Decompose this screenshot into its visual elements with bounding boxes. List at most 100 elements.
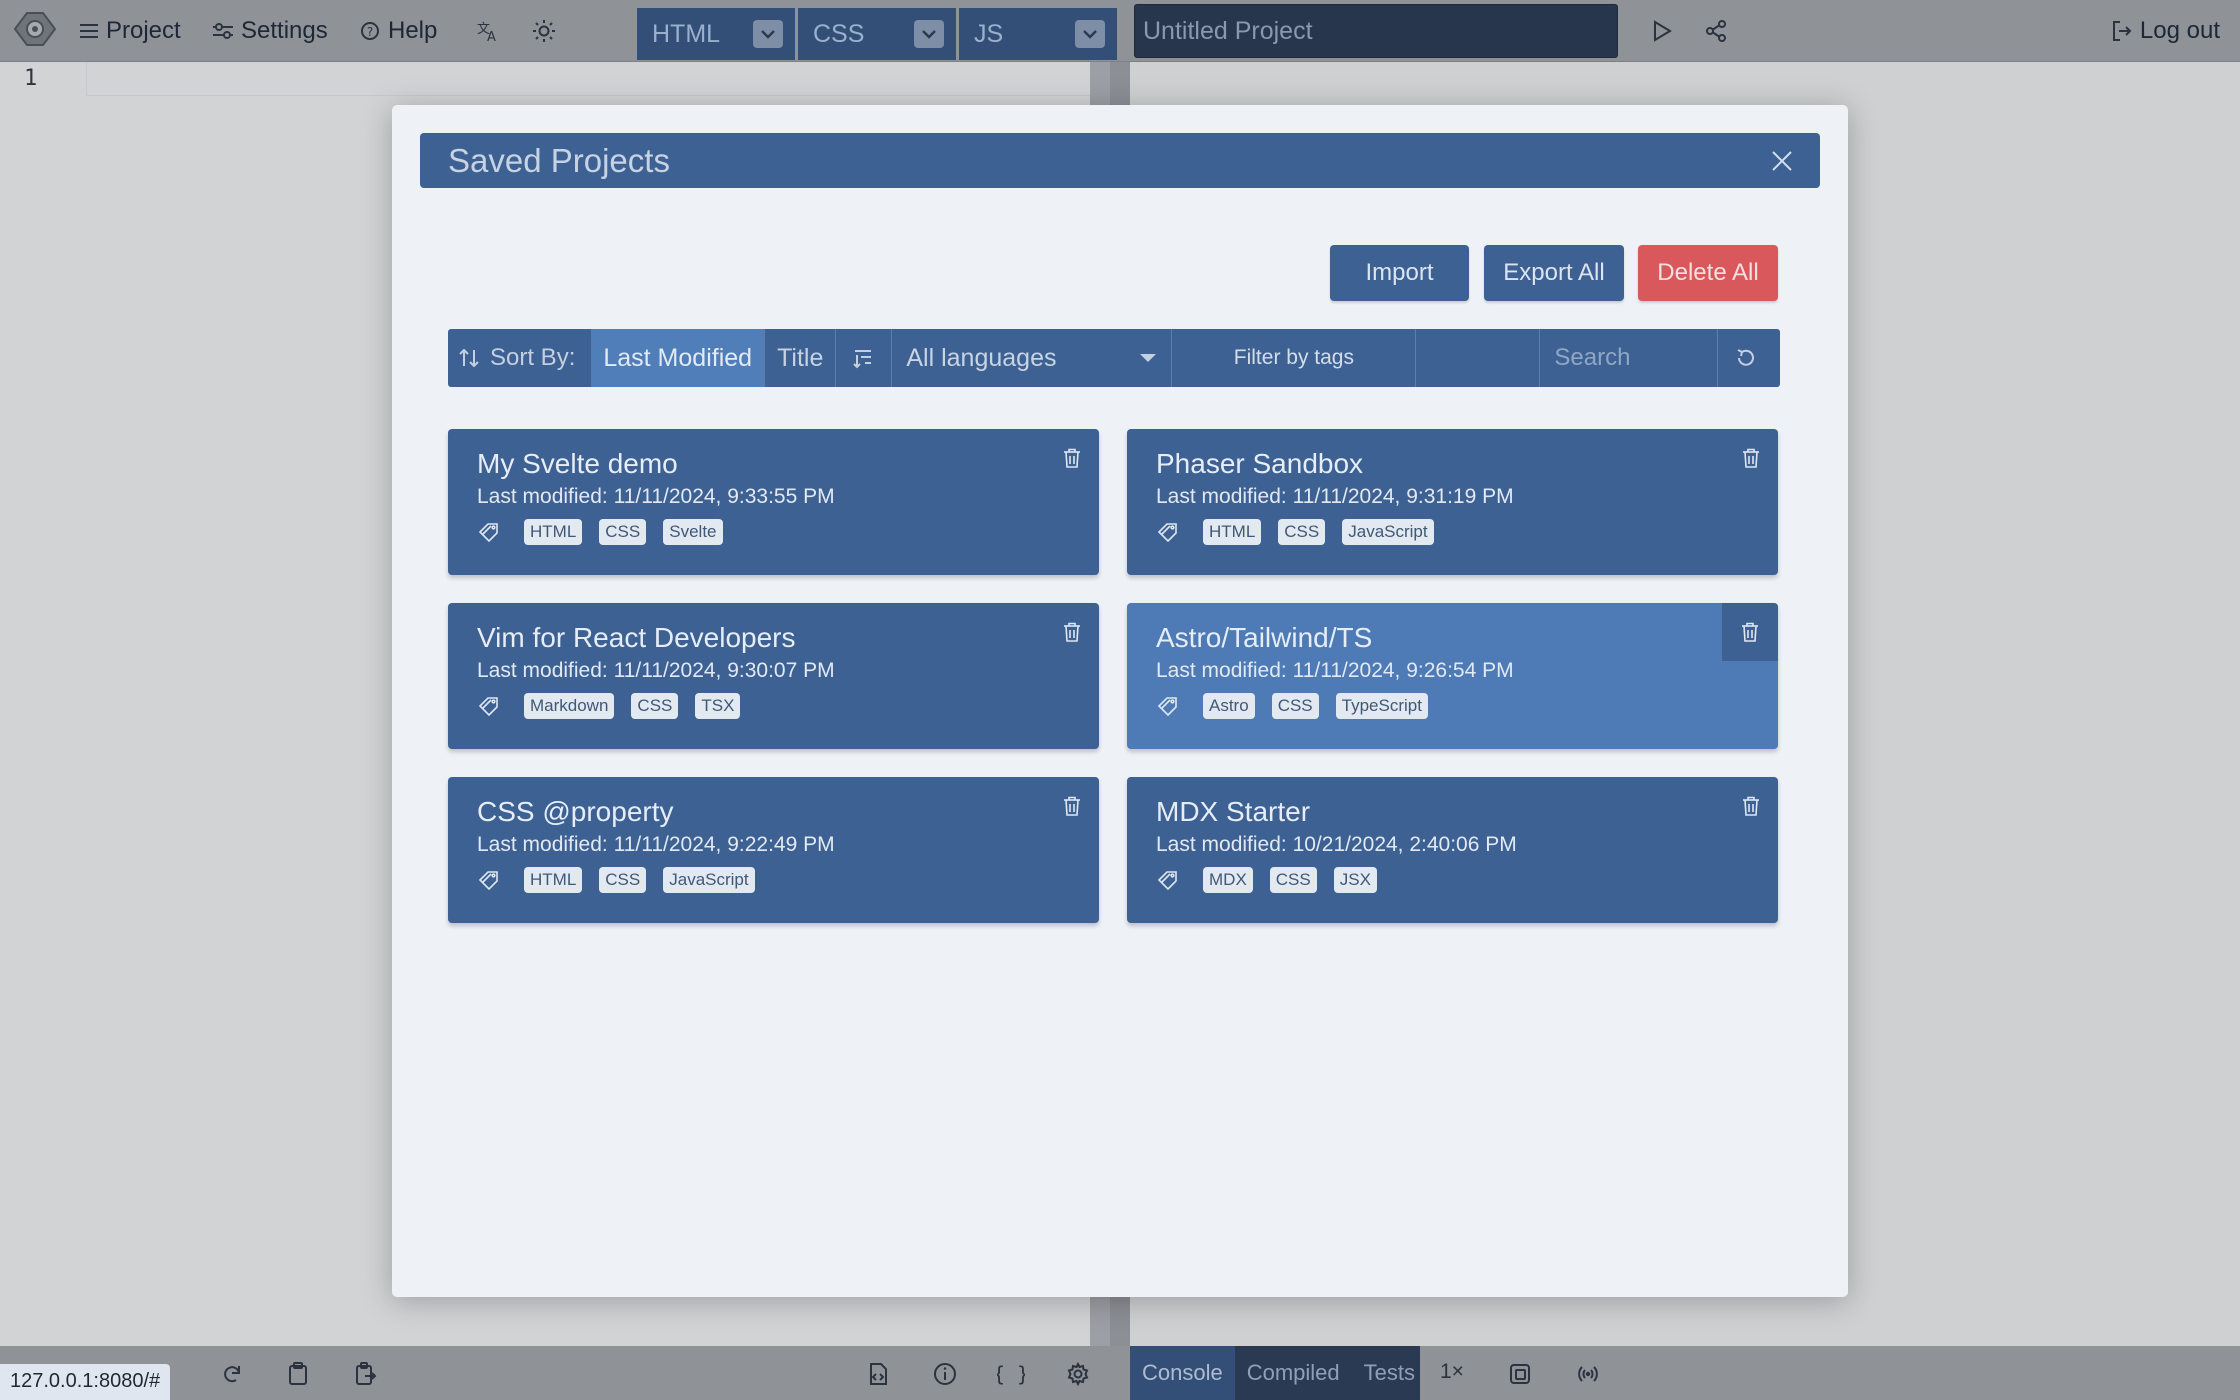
tag[interactable]: JavaScript — [1342, 519, 1434, 545]
saved-projects-modal: Saved Projects Import Export All Delete … — [392, 105, 1848, 1297]
project-menu[interactable]: Project — [80, 10, 181, 52]
chevron-down-icon[interactable] — [1075, 20, 1105, 48]
share-icon[interactable] — [1696, 12, 1736, 50]
tag-icon — [477, 695, 507, 717]
sliders-icon — [213, 22, 233, 40]
import-button[interactable]: Import — [1330, 245, 1469, 301]
editor-settings-gear-icon[interactable] — [1058, 1356, 1098, 1392]
language-select[interactable]: All languages — [892, 329, 1173, 387]
project-title: My Svelte demo — [477, 448, 678, 479]
chevron-down-icon[interactable] — [914, 20, 944, 48]
project-card[interactable]: CSS @property Last modified: 11/11/2024,… — [448, 777, 1099, 923]
tag-icon — [477, 869, 507, 891]
project-tags: MDX CSS JSX — [1156, 867, 1750, 893]
search-input[interactable]: Search — [1540, 329, 1719, 387]
redo-icon[interactable] — [212, 1356, 252, 1392]
tag[interactable]: TypeScript — [1335, 693, 1428, 719]
trash-icon[interactable] — [1057, 791, 1087, 821]
caret-down-icon — [1139, 353, 1157, 363]
hamburger-icon — [80, 23, 98, 39]
tag[interactable]: HTML — [1203, 519, 1262, 545]
sort-title[interactable]: Title — [764, 329, 835, 387]
tag[interactable]: CSS — [1271, 693, 1319, 719]
trash-icon[interactable] — [1722, 603, 1778, 661]
tag[interactable]: CSS — [1278, 519, 1326, 545]
trash-icon[interactable] — [1736, 443, 1766, 473]
theme-sun-icon[interactable] — [524, 12, 564, 50]
svg-text:{ }: { } — [997, 1362, 1025, 1386]
tag[interactable]: JSX — [1333, 867, 1377, 893]
export-all-button[interactable]: Export All — [1484, 245, 1624, 301]
status-url: 127.0.0.1:8080/# — [0, 1364, 171, 1400]
copy-code-icon[interactable] — [346, 1356, 386, 1392]
sort-by: Sort By: — [448, 329, 591, 387]
info-icon[interactable] — [925, 1356, 965, 1392]
tag-icon — [1156, 695, 1186, 717]
line-number: 1 — [24, 66, 38, 91]
sort-direction-icon[interactable] — [835, 329, 893, 387]
broadcast-icon[interactable] — [1568, 1356, 1608, 1392]
trash-icon[interactable] — [1057, 443, 1087, 473]
tag[interactable]: JavaScript — [663, 867, 755, 893]
project-card[interactable]: Astro/Tailwind/TS Last modified: 11/11/2… — [1127, 603, 1778, 749]
translate-icon[interactable]: 文A — [468, 12, 508, 50]
project-tags: HTML CSS JavaScript — [477, 867, 1071, 893]
tag[interactable]: Svelte — [663, 519, 723, 545]
tab-console[interactable]: Console — [1130, 1346, 1235, 1400]
tab-html[interactable]: HTML — [637, 8, 795, 60]
tag[interactable]: HTML — [524, 867, 583, 893]
filter-by-tags[interactable]: Filter by tags — [1172, 329, 1417, 387]
chevron-down-icon[interactable] — [753, 20, 783, 48]
close-icon[interactable] — [1766, 145, 1798, 177]
question-circle-icon: ? — [360, 21, 380, 41]
tag[interactable]: CSS — [631, 693, 679, 719]
clipboard-icon[interactable] — [278, 1356, 318, 1392]
reset-filters-icon[interactable] — [1718, 329, 1774, 387]
trash-icon[interactable] — [1736, 791, 1766, 821]
modal-title: Saved Projects — [448, 141, 670, 179]
help-menu[interactable]: ? Help — [360, 10, 437, 52]
filter-toolbar: Sort By: Last Modified Title All languag… — [448, 329, 1780, 387]
project-tags: HTML CSS Svelte — [477, 519, 1071, 545]
tab-css[interactable]: CSS — [798, 8, 956, 60]
format-braces-icon[interactable]: { } — [991, 1356, 1031, 1392]
app-logo-icon[interactable] — [6, 6, 64, 52]
tag[interactable]: HTML — [524, 519, 583, 545]
language-select-value: All languages — [906, 343, 1057, 372]
project-card[interactable]: My Svelte demo Last modified: 11/11/2024… — [448, 429, 1099, 575]
project-card[interactable]: MDX Starter Last modified: 10/21/2024, 2… — [1127, 777, 1778, 923]
project-title-input[interactable] — [1134, 4, 1618, 58]
project-title: Vim for React Developers — [477, 622, 796, 653]
sort-last-modified[interactable]: Last Modified — [591, 329, 765, 387]
tag[interactable]: Astro — [1203, 693, 1255, 719]
tag[interactable]: MDX — [1203, 867, 1253, 893]
logout-label: Log out — [2139, 17, 2220, 44]
tab-tests[interactable]: Tests — [1352, 1346, 1427, 1400]
bottom-toolbar — [0, 1346, 2240, 1400]
editor-current-line — [86, 62, 1110, 96]
run-play-icon[interactable] — [1642, 12, 1682, 50]
tab-js[interactable]: JS — [959, 8, 1117, 60]
project-card[interactable]: Vim for React Developers Last modified: … — [448, 603, 1099, 749]
tag[interactable]: Markdown — [524, 693, 615, 719]
zoom-level[interactable]: 1× — [1440, 1360, 1464, 1384]
project-modified: Last modified: 10/21/2024, 2:40:06 PM — [1156, 833, 1517, 856]
project-card[interactable]: Phaser Sandbox Last modified: 11/11/2024… — [1127, 429, 1778, 575]
project-modified: Last modified: 11/11/2024, 9:30:07 PM — [477, 659, 835, 682]
file-code-icon[interactable] — [858, 1356, 898, 1392]
delete-all-button[interactable]: Delete All — [1638, 245, 1778, 301]
tag[interactable]: CSS — [599, 867, 647, 893]
tag[interactable]: TSX — [695, 693, 741, 719]
tag[interactable]: CSS — [1269, 867, 1317, 893]
open-new-window-icon[interactable] — [1500, 1356, 1540, 1392]
logout-button[interactable]: Log out — [2112, 10, 2220, 52]
settings-menu[interactable]: Settings — [213, 10, 328, 52]
trash-icon[interactable] — [1057, 617, 1087, 647]
tag[interactable]: CSS — [599, 519, 647, 545]
tab-html-label: HTML — [652, 19, 721, 48]
tags-input[interactable] — [1416, 329, 1541, 387]
project-title: CSS @property — [477, 796, 674, 827]
tab-css-label: CSS — [813, 19, 865, 48]
tab-compiled[interactable]: Compiled — [1235, 1346, 1352, 1400]
modal-header: Saved Projects — [420, 133, 1820, 188]
